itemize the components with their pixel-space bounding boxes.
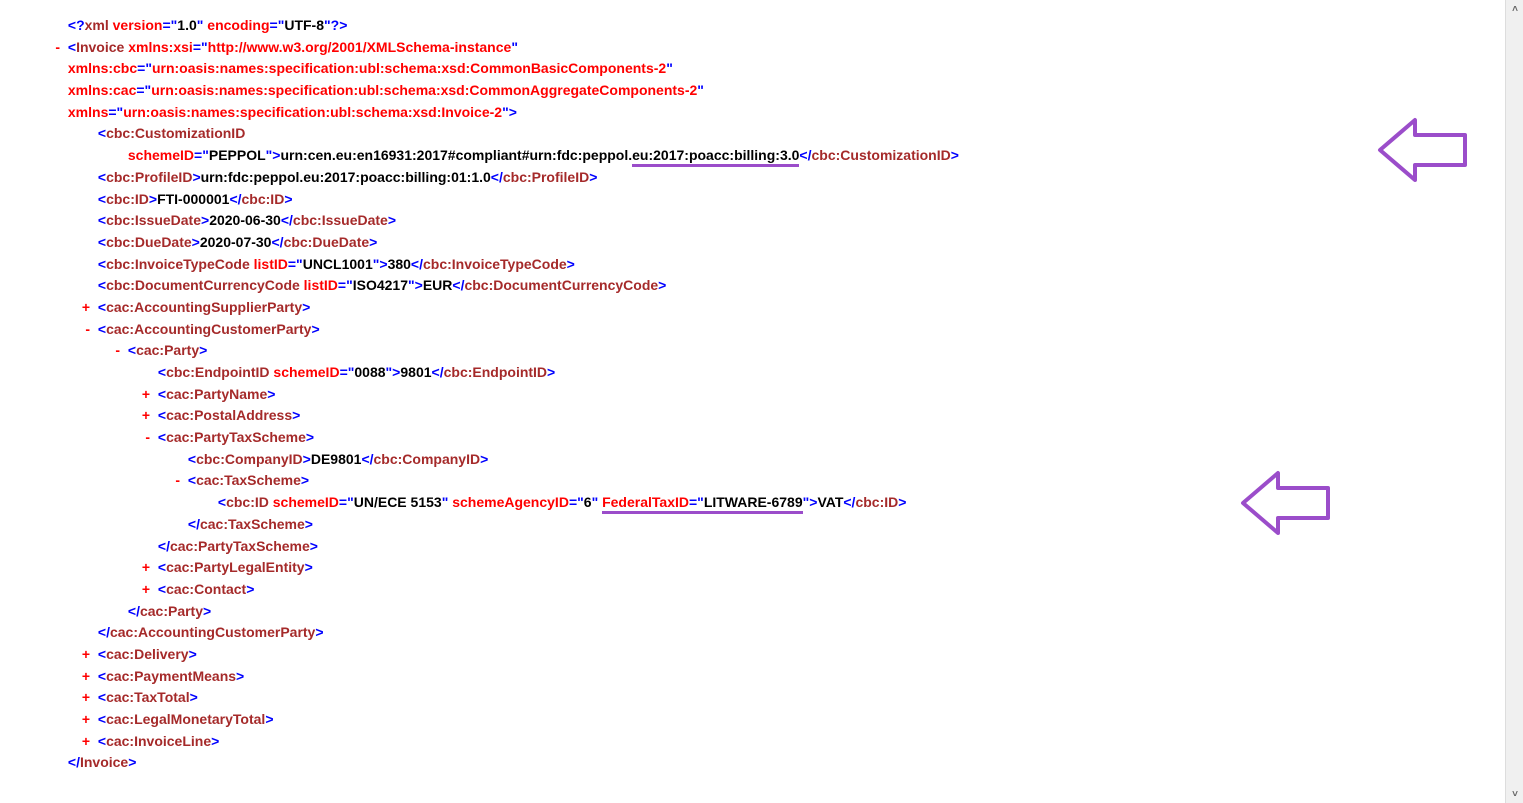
party-open: - <cac:Party> (40, 340, 1483, 362)
customization-id-open: <cbc:CustomizationID (40, 123, 1483, 145)
xml-tree-view: <?xml version="1.0" encoding="UTF-8"?> -… (0, 0, 1523, 789)
tax-id: <cbc:ID schemeID="UN/ECE 5153" schemeAge… (40, 492, 1483, 514)
due-date: <cbc:DueDate>2020-07-30</cbc:DueDate> (40, 232, 1483, 254)
toggle-expand[interactable]: + (70, 644, 90, 666)
invoice-type-code: <cbc:InvoiceTypeCode listID="UNCL1001">3… (40, 254, 1483, 276)
cbc-id: <cbc:ID>FTI-000001</cbc:ID> (40, 189, 1483, 211)
invoice-xmlns-cac: xmlns:cac="urn:oasis:names:specification… (40, 80, 1483, 102)
delivery: + <cac:Delivery> (40, 644, 1483, 666)
endpoint-id: <cbc:EndpointID schemeID="0088">9801</cb… (40, 362, 1483, 384)
customer-party-open: - <cac:AccountingCustomerParty> (40, 319, 1483, 341)
toggle-collapse[interactable]: - (40, 37, 60, 59)
tax-scheme-open: - <cac:TaxScheme> (40, 470, 1483, 492)
scroll-down-button[interactable]: ˅ (1506, 785, 1523, 803)
toggle-collapse[interactable]: - (70, 319, 90, 341)
profile-id: <cbc:ProfileID>urn:fdc:peppol.eu:2017:po… (40, 167, 1483, 189)
toggle-expand[interactable]: + (70, 666, 90, 688)
toggle-collapse[interactable]: - (160, 470, 180, 492)
issue-date: <cbc:IssueDate>2020-06-30</cbc:IssueDate… (40, 210, 1483, 232)
party-close: </cac:Party> (40, 601, 1483, 623)
invoice-xmlns: xmlns="urn:oasis:names:specification:ubl… (40, 102, 1483, 124)
currency-code: <cbc:DocumentCurrencyCode listID="ISO421… (40, 275, 1483, 297)
highlighted-customization: eu:2017:poacc:billing:3.0 (632, 147, 799, 167)
vertical-scrollbar[interactable]: ˄ ˅ (1505, 0, 1523, 803)
customer-party-close: </cac:AccountingCustomerParty> (40, 622, 1483, 644)
toggle-expand[interactable]: + (70, 731, 90, 753)
toggle-collapse[interactable]: - (130, 427, 150, 449)
invoice-xmlns-cbc: xmlns:cbc="urn:oasis:names:specification… (40, 58, 1483, 80)
customization-id-content: schemeID="PEPPOL">urn:cen.eu:en16931:201… (40, 145, 1483, 167)
legal-monetary-total: + <cac:LegalMonetaryTotal> (40, 709, 1483, 731)
tax-scheme-close: </cac:TaxScheme> (40, 514, 1483, 536)
scroll-up-button[interactable]: ˄ (1506, 0, 1523, 18)
party-tax-scheme-open: - <cac:PartyTaxScheme> (40, 427, 1483, 449)
toggle-collapse[interactable]: - (100, 340, 120, 362)
payment-means: + <cac:PaymentMeans> (40, 666, 1483, 688)
party-name: + <cac:PartyName> (40, 384, 1483, 406)
toggle-expand[interactable]: + (130, 579, 150, 601)
toggle-expand[interactable]: + (130, 557, 150, 579)
invoice-close: </Invoice> (40, 752, 1483, 774)
contact: + <cac:Contact> (40, 579, 1483, 601)
toggle-expand[interactable]: + (70, 297, 90, 319)
company-id: <cbc:CompanyID>DE9801</cbc:CompanyID> (40, 449, 1483, 471)
xml-declaration: <?xml version="1.0" encoding="UTF-8"?> (40, 15, 1483, 37)
postal-address: + <cac:PostalAddress> (40, 405, 1483, 427)
toggle-expand[interactable]: + (70, 687, 90, 709)
toggle-expand[interactable]: + (70, 709, 90, 731)
highlighted-federal-tax: FederalTaxID="LITWARE-6789 (602, 494, 803, 514)
invoice-open: - <Invoice xmlns:xsi="http://www.w3.org/… (40, 37, 1483, 59)
supplier-party: + <cac:AccountingSupplierParty> (40, 297, 1483, 319)
toggle-expand[interactable]: + (130, 405, 150, 427)
party-legal-entity: + <cac:PartyLegalEntity> (40, 557, 1483, 579)
toggle-expand[interactable]: + (130, 384, 150, 406)
invoice-line: + <cac:InvoiceLine> (40, 731, 1483, 753)
tax-total: + <cac:TaxTotal> (40, 687, 1483, 709)
party-tax-scheme-close: </cac:PartyTaxScheme> (40, 536, 1483, 558)
